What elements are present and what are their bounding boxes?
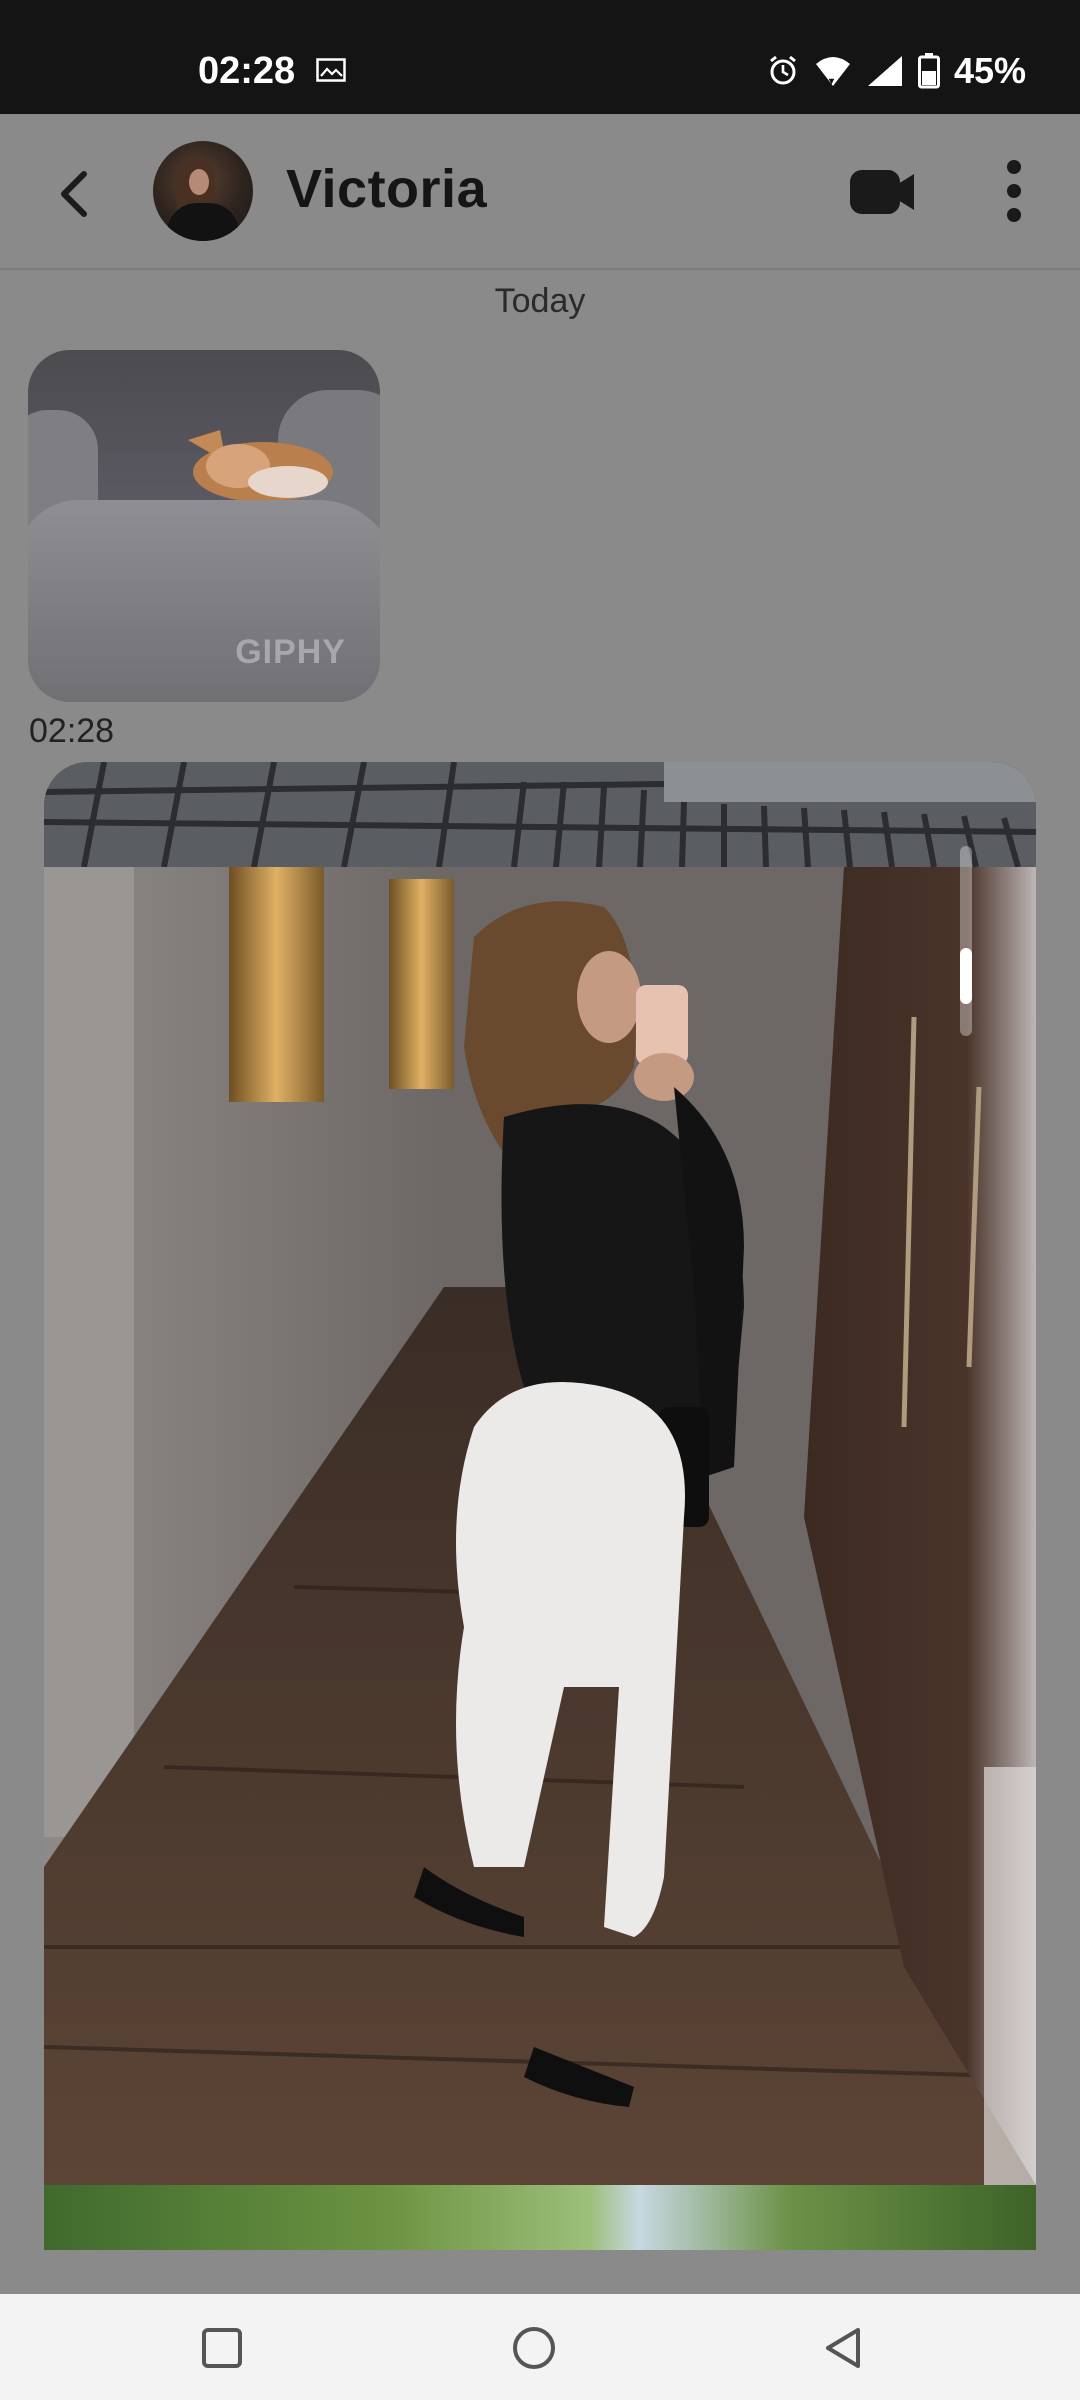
wifi-icon: ▾ bbox=[815, 57, 850, 87]
recents-square-icon[interactable] bbox=[196, 2322, 248, 2374]
gif-message[interactable]: GIPHY bbox=[28, 350, 380, 702]
home-circle-icon[interactable] bbox=[508, 2322, 560, 2374]
image-scroll-thumb[interactable] bbox=[960, 948, 972, 1004]
gallery-icon bbox=[316, 58, 346, 82]
battery-percent: 45% bbox=[953, 50, 1026, 91]
contact-name[interactable]: Victoria bbox=[286, 158, 487, 220]
status-icons: ▾ 45% bbox=[766, 50, 1026, 92]
status-bar: 02:28 ▾ 45% bbox=[0, 0, 1080, 114]
date-divider: Today bbox=[494, 282, 586, 320]
image-scroll-track[interactable] bbox=[960, 846, 972, 1036]
image-message[interactable] bbox=[44, 762, 1036, 2250]
back-arrow-icon[interactable] bbox=[48, 166, 104, 222]
avatar-face-shape bbox=[189, 169, 209, 195]
photo-hallway-scene bbox=[44, 867, 1036, 2185]
message-timestamp: 02:28 bbox=[29, 712, 115, 750]
back-triangle-icon[interactable] bbox=[818, 2322, 870, 2374]
status-time: 02:28 bbox=[198, 50, 296, 92]
photo-pavement-strip bbox=[44, 762, 1036, 867]
system-nav-bar bbox=[0, 2294, 1080, 2400]
signal-icon bbox=[867, 56, 902, 86]
photo-trees-strip bbox=[44, 2185, 1036, 2250]
gif-dog-illustration bbox=[188, 430, 333, 502]
avatar-body-shape bbox=[167, 203, 239, 241]
avatar[interactable] bbox=[153, 141, 253, 241]
more-vert-icon[interactable] bbox=[1000, 158, 1028, 224]
video-call-icon[interactable] bbox=[848, 164, 918, 220]
chat-header: Victoria bbox=[0, 114, 1080, 270]
svg-text:▾: ▾ bbox=[828, 76, 835, 87]
giphy-badge: GIPHY bbox=[235, 633, 346, 671]
battery-icon bbox=[917, 53, 940, 89]
alarm-icon bbox=[770, 55, 796, 85]
